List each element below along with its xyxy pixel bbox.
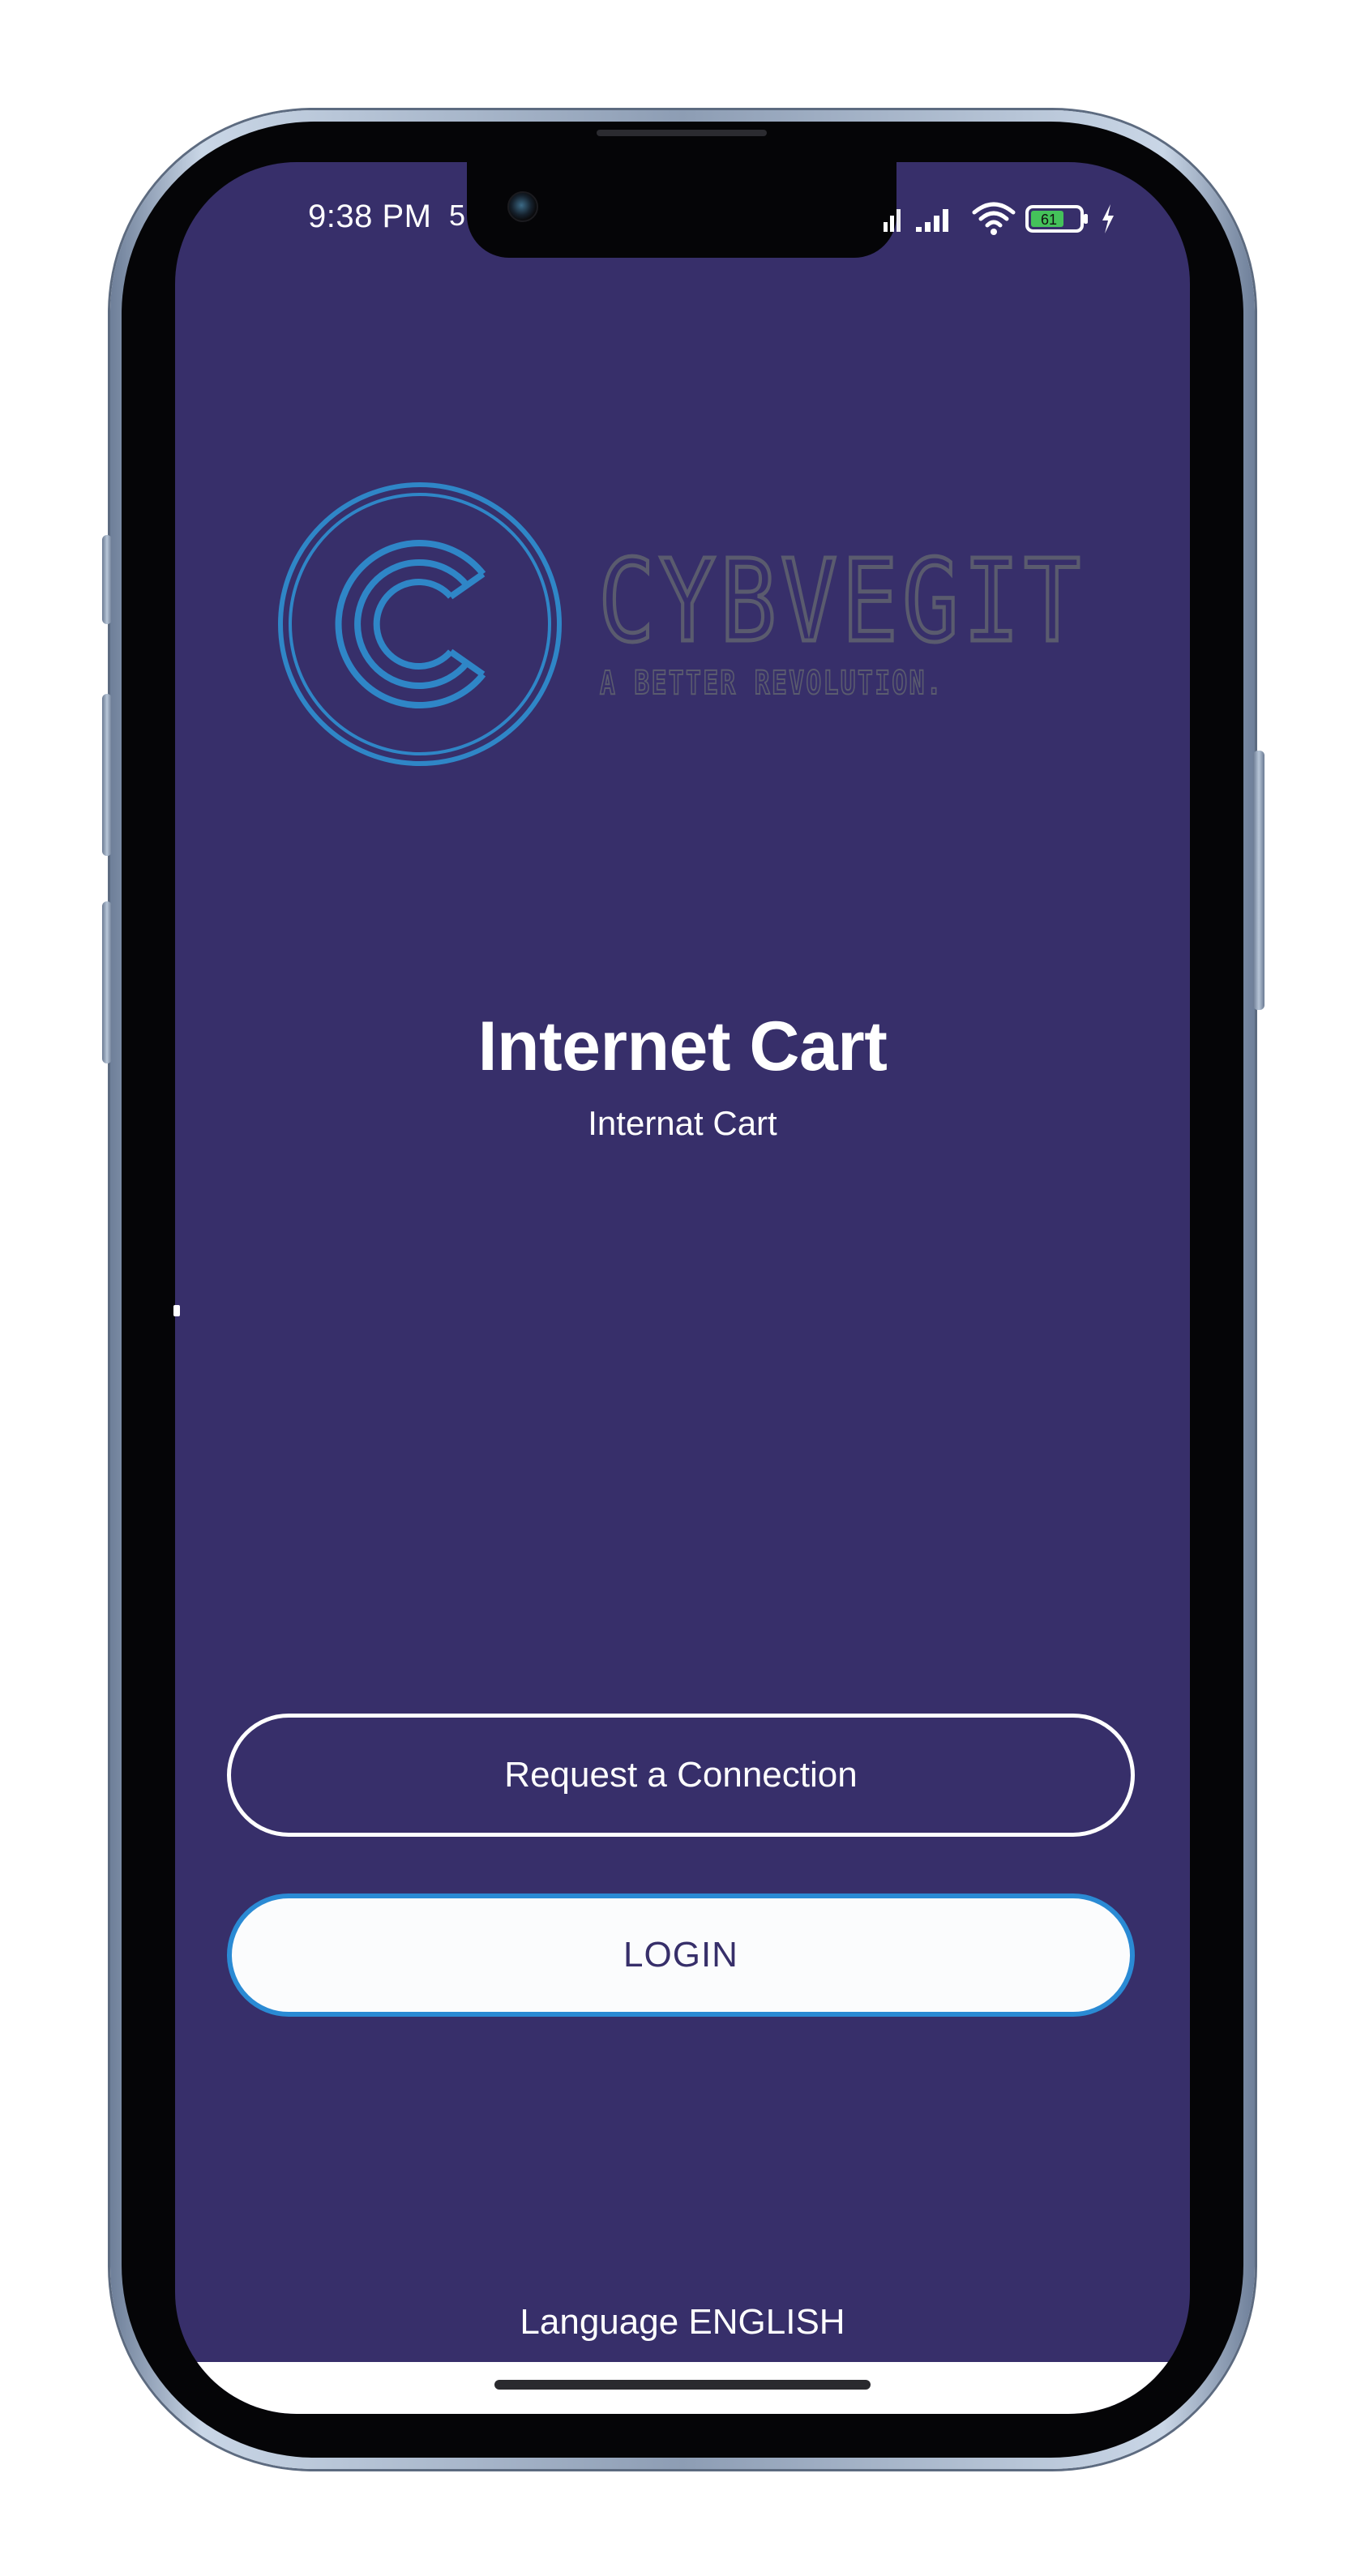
wifi-icon <box>972 202 1016 235</box>
edge-marker <box>173 1305 180 1316</box>
brand-name: CYBVEGIT <box>598 536 1085 668</box>
volume-up-button <box>102 694 112 856</box>
home-indicator[interactable] <box>494 2380 871 2390</box>
device-mockup: 9:38 PM 5 61 CYBVEGIT A BETTER REVOLUTIO… <box>0 0 1365 2576</box>
status-icons: 61 <box>882 198 1117 240</box>
silent-switch <box>102 535 112 624</box>
signal-icon <box>916 209 948 232</box>
login-button[interactable]: LOGIN <box>227 1893 1135 2017</box>
cybvegit-logo: CYBVEGIT A BETTER REVOLUTION. <box>278 482 1085 766</box>
brand-tagline: A BETTER REVOLUTION. <box>600 665 944 702</box>
charging-icon <box>1102 204 1114 233</box>
volume-down-button <box>102 901 112 1063</box>
request-connection-label: Request a Connection <box>504 1755 858 1795</box>
app-subtitle: Internat Cart <box>588 1104 777 1142</box>
power-button <box>1253 751 1264 1010</box>
status-extra-indicator: 5 <box>449 199 466 232</box>
app-title: Internet Cart <box>477 1008 888 1085</box>
language-selector[interactable]: Language ENGLISH <box>175 2302 1190 2343</box>
front-camera-icon <box>507 191 538 222</box>
signal-icon <box>884 209 901 232</box>
status-time: 9:38 PM <box>308 199 432 234</box>
logo-c-mark-icon <box>335 540 486 708</box>
earpiece-speaker <box>597 130 767 136</box>
request-connection-button[interactable]: Request a Connection <box>227 1714 1135 1837</box>
login-label: LOGIN <box>623 1935 738 1975</box>
battery-icon: 61 <box>1025 205 1088 233</box>
battery-level-text: 61 <box>1041 212 1057 228</box>
